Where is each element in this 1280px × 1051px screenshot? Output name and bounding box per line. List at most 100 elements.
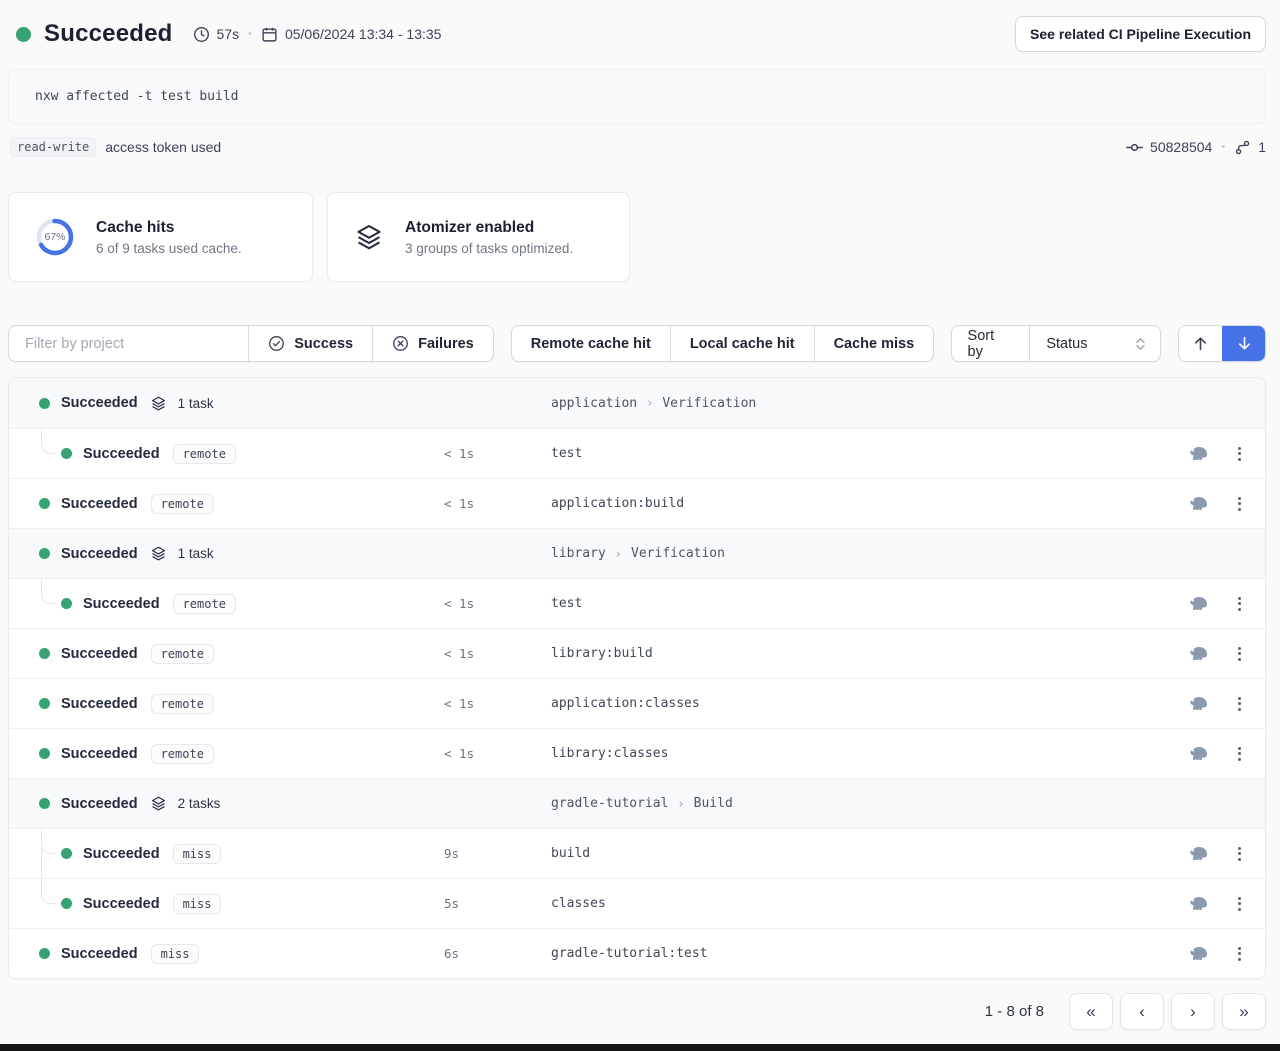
table-row[interactable]: Succeeded miss 6s gradle-tutorial:test: [9, 928, 1265, 978]
gradle-icon[interactable]: [1187, 496, 1209, 511]
task-name: test: [543, 446, 1177, 461]
table-row[interactable]: Succeeded remote < 1s library:classes: [9, 728, 1265, 778]
kebab-menu-icon[interactable]: [1234, 743, 1245, 765]
cache-status-badge: miss: [173, 844, 222, 864]
breadcrumb-project: library: [551, 546, 606, 561]
check-circle-icon: [268, 335, 285, 352]
gradle-icon[interactable]: [1187, 596, 1209, 611]
pagination-next-button[interactable]: ›: [1171, 993, 1215, 1030]
task-name: application:classes: [543, 696, 1177, 711]
commit-id[interactable]: 50828504: [1150, 139, 1212, 155]
atomizer-icon: [354, 222, 384, 252]
vcs-info: 50828504 • 1: [1126, 139, 1266, 156]
table-row[interactable]: Succeeded remote < 1s application:classe…: [9, 678, 1265, 728]
pagination-last-button[interactable]: »: [1222, 993, 1266, 1030]
cache-status-badge: remote: [151, 494, 214, 514]
gradle-icon[interactable]: [1187, 896, 1209, 911]
row-status-label: Succeeded: [61, 946, 138, 962]
workflow-header: Succeeded 57s • 05/06/2024 13:34 - 13:35…: [16, 16, 1266, 52]
table-row-group[interactable]: Succeeded 1 task application › Verificat…: [9, 378, 1265, 428]
success-filter-button[interactable]: Success: [248, 326, 372, 361]
gradle-icon[interactable]: [1187, 446, 1209, 461]
breadcrumb-project: application: [551, 396, 637, 411]
arrow-down-icon: [1236, 335, 1253, 352]
table-row-group[interactable]: Succeeded 2 tasks gradle-tutorial › Buil…: [9, 778, 1265, 828]
breadcrumb: gradle-tutorial › Build: [543, 796, 1177, 811]
table-row[interactable]: Succeeded miss 5s classes: [9, 878, 1265, 928]
see-related-ci-pipeline-button[interactable]: See related CI Pipeline Execution: [1015, 16, 1266, 52]
gradle-icon[interactable]: [1187, 696, 1209, 711]
row-status-label: Succeeded: [83, 896, 160, 912]
atomizer-subtitle: 3 groups of tasks optimized.: [405, 241, 573, 256]
row-status-label: Succeeded: [61, 395, 138, 411]
breadcrumb-project: gradle-tutorial: [551, 796, 668, 811]
kebab-menu-icon[interactable]: [1234, 643, 1245, 665]
task-duration: < 1s: [436, 496, 543, 511]
task-count: 2 tasks: [178, 796, 221, 811]
atomizer-icon: [150, 395, 167, 412]
status-dot: [61, 898, 72, 909]
cache-status-badge: remote: [173, 444, 236, 464]
task-list: Succeeded 1 task application › Verificat…: [8, 377, 1266, 979]
gradle-icon[interactable]: [1187, 646, 1209, 661]
row-status-label: Succeeded: [61, 746, 138, 762]
task-duration: < 1s: [436, 646, 543, 661]
command-box: nxw affected -t test build: [8, 69, 1266, 124]
gradle-icon[interactable]: [1187, 746, 1209, 761]
pagination-first-button[interactable]: «: [1069, 993, 1113, 1030]
cache-hit-percent: 67%: [35, 217, 75, 257]
kebab-menu-icon[interactable]: [1234, 843, 1245, 865]
sort-ascending-button[interactable]: [1179, 326, 1222, 361]
x-circle-icon: [392, 335, 409, 352]
breadcrumb: application › Verification: [543, 396, 1177, 411]
row-status-label: Succeeded: [61, 546, 138, 562]
kebab-menu-icon[interactable]: [1234, 693, 1245, 715]
access-token-text: access token used: [105, 139, 221, 155]
row-status-label: Succeeded: [83, 596, 160, 612]
kebab-menu-icon[interactable]: [1234, 493, 1245, 515]
branch-icon: [1234, 139, 1251, 156]
pagination: 1 - 8 of 8 « ‹ › »: [8, 993, 1266, 1030]
kebab-menu-icon[interactable]: [1234, 943, 1245, 965]
table-row[interactable]: Succeeded remote < 1s library:build: [9, 628, 1265, 678]
gradle-icon[interactable]: [1187, 846, 1209, 861]
failures-filter-button[interactable]: Failures: [372, 326, 493, 361]
status-dot: [39, 548, 50, 559]
cache-hits-subtitle: 6 of 9 tasks used cache.: [96, 241, 242, 256]
task-count: 1 task: [178, 396, 214, 411]
cache-status-badge: remote: [151, 694, 214, 714]
breadcrumb: library › Verification: [543, 546, 1177, 561]
sort-descending-button[interactable]: [1222, 326, 1265, 361]
remote-cache-hit-button[interactable]: Remote cache hit: [512, 326, 670, 361]
chevron-right-icon: ›: [646, 396, 653, 410]
status-dot: [39, 698, 50, 709]
row-status-label: Succeeded: [83, 446, 160, 462]
table-row[interactable]: Succeeded remote < 1s test: [9, 578, 1265, 628]
task-name: library:classes: [543, 746, 1177, 761]
filter-by-project-input[interactable]: [9, 326, 248, 361]
kebab-menu-icon[interactable]: [1234, 893, 1245, 915]
chevron-right-icon: ›: [677, 797, 684, 811]
row-status-label: Succeeded: [83, 846, 160, 862]
table-row-group[interactable]: Succeeded 1 task library › Verification: [9, 528, 1265, 578]
table-row[interactable]: Succeeded remote < 1s application:build: [9, 478, 1265, 528]
kebab-menu-icon[interactable]: [1234, 593, 1245, 615]
gradle-icon[interactable]: [1187, 946, 1209, 961]
cache-miss-button[interactable]: Cache miss: [814, 326, 934, 361]
sort-by-label: Sort by: [952, 326, 1030, 361]
table-row[interactable]: Succeeded miss 9s build: [9, 828, 1265, 878]
local-cache-hit-button[interactable]: Local cache hit: [670, 326, 814, 361]
separator-dot: •: [248, 28, 252, 40]
kebab-menu-icon[interactable]: [1234, 443, 1245, 465]
pagination-prev-button[interactable]: ‹: [1120, 993, 1164, 1030]
commit-icon: [1126, 139, 1143, 156]
branch-count[interactable]: 1: [1258, 139, 1266, 155]
atomizer-icon: [150, 795, 167, 812]
cache-filter-group: Remote cache hit Local cache hit Cache m…: [511, 325, 934, 362]
table-row[interactable]: Succeeded remote < 1s test: [9, 428, 1265, 478]
header-meta: 57s • 05/06/2024 13:34 - 13:35: [193, 26, 442, 43]
sort-select[interactable]: Status: [1029, 326, 1160, 361]
task-duration: < 1s: [436, 446, 543, 461]
failures-filter-label: Failures: [418, 336, 474, 352]
sort-group: Sort by Status: [951, 325, 1162, 362]
